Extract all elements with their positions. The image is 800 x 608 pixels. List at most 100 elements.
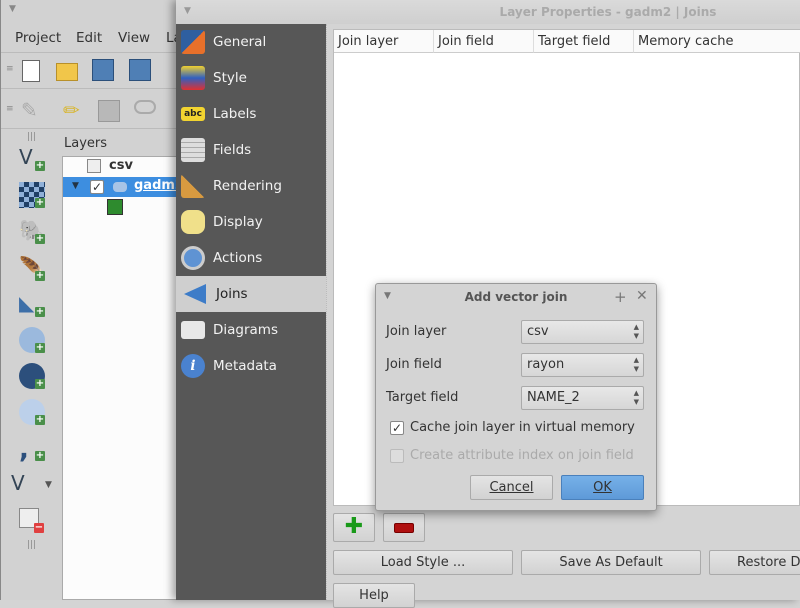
- toolbar-grip: |||: [27, 132, 37, 142]
- sidebar-item-general[interactable]: General: [176, 24, 326, 60]
- sidebar-item-label: Labels: [213, 106, 257, 122]
- load-style-button[interactable]: Load Style ...: [333, 550, 513, 575]
- polygon-layer-icon: [113, 182, 127, 192]
- menu-project[interactable]: Project: [15, 30, 61, 46]
- qgis-main-window: ▼ Project Edit View La ≡ ≡ ✎ ✏ ||| V + + …: [0, 0, 184, 600]
- close-icon[interactable]: ✕: [636, 288, 648, 304]
- dialog-title: Layer Properties - gadm2 | Joins: [176, 0, 800, 24]
- add-wfs-layer-icon[interactable]: +: [19, 399, 45, 425]
- sidebar-item-rendering[interactable]: Rendering: [176, 168, 326, 204]
- join-arrow-icon: [184, 284, 206, 304]
- sidebar-item-labels[interactable]: abc Labels: [176, 96, 326, 132]
- diagram-icon: [181, 321, 205, 339]
- help-button[interactable]: Help: [333, 583, 415, 608]
- add-vector-join-dialog: ▼ Add vector join + ✕ Join layer csv ▲ ▼ J…: [375, 283, 657, 511]
- index-checkbox[interactable]: [390, 449, 404, 463]
- menu-view[interactable]: View: [118, 30, 150, 46]
- layer-gadm2-row[interactable]: ▼ ✓ gadm2: [63, 177, 184, 197]
- toolbar-grip[interactable]: ≡: [6, 64, 14, 74]
- menu-edit[interactable]: Edit: [76, 30, 102, 46]
- gear-play-icon: [181, 246, 205, 270]
- layer-visibility-checkbox[interactable]: ✓: [90, 180, 104, 194]
- selected-value: NAME_2: [527, 390, 580, 405]
- properties-sidebar: General Style abc Labels Fields Rendering…: [176, 24, 326, 600]
- column-memory-cache[interactable]: Memory cache: [634, 30, 800, 53]
- new-project-icon[interactable]: [22, 60, 40, 82]
- save-edits-icon[interactable]: [98, 100, 120, 122]
- sidebar-item-label: Metadata: [213, 358, 277, 374]
- open-project-icon[interactable]: [56, 63, 78, 81]
- sidebar-item-style[interactable]: Style: [176, 60, 326, 96]
- symbol-swatch: [107, 199, 123, 215]
- save-as-default-button[interactable]: Save As Default: [521, 550, 701, 575]
- selected-value: csv: [527, 324, 549, 339]
- sidebar-item-label: Display: [213, 214, 263, 230]
- tools-icon: [181, 30, 205, 54]
- column-target-field[interactable]: Target field: [534, 30, 634, 53]
- paintbrush-icon: [181, 66, 205, 90]
- join-field-select[interactable]: rayon ▲ ▼: [521, 353, 644, 377]
- add-feature-icon[interactable]: [134, 100, 156, 114]
- window-menu-icon[interactable]: ▼: [9, 4, 16, 14]
- toolbar-grip[interactable]: ≡: [6, 104, 14, 114]
- sidebar-item-diagrams[interactable]: Diagrams: [176, 312, 326, 348]
- remove-layer-icon[interactable]: −: [19, 508, 44, 533]
- layer-csv[interactable]: csv: [109, 158, 133, 173]
- add-join-button[interactable]: ✚: [333, 513, 375, 542]
- add-delimited-text-icon[interactable]: , +: [19, 435, 45, 465]
- sidebar-item-actions[interactable]: Actions: [176, 240, 326, 276]
- add-spatialite-layer-icon[interactable]: 🪶 +: [19, 255, 45, 281]
- sidebar-item-label: Diagrams: [213, 322, 278, 338]
- save-project-icon[interactable]: [92, 59, 114, 81]
- pin-icon[interactable]: +: [614, 288, 627, 306]
- add-mssql-layer-icon[interactable]: ◣ +: [19, 291, 45, 317]
- spin-arrows-icon: ▲ ▼: [633, 389, 639, 406]
- restore-default-button[interactable]: Restore De: [709, 550, 800, 575]
- new-shapefile-icon[interactable]: V: [11, 471, 37, 497]
- toggle-editing-icon[interactable]: ✏: [63, 98, 85, 122]
- ok-button[interactable]: OK: [561, 475, 644, 500]
- add-wcs-layer-icon[interactable]: +: [19, 363, 45, 389]
- add-postgis-layer-icon[interactable]: 🐘 +: [19, 218, 45, 244]
- cache-checkbox[interactable]: ✓: [390, 421, 404, 435]
- toolbar-grip: |||: [27, 540, 37, 550]
- sidebar-item-label: General: [213, 34, 267, 50]
- layers-tree[interactable]: csv ▼ ✓ gadm2: [62, 156, 184, 600]
- column-join-field[interactable]: Join field: [434, 30, 534, 53]
- save-as-icon[interactable]: [129, 59, 151, 81]
- sidebar-item-label: Style: [213, 70, 247, 86]
- selected-value: rayon: [527, 357, 565, 372]
- sidebar-item-fields[interactable]: Fields: [176, 132, 326, 168]
- add-raster-layer-icon[interactable]: +: [19, 182, 45, 208]
- add-vector-layer-icon[interactable]: V +: [19, 145, 45, 171]
- spin-arrows-icon: ▲ ▼: [633, 323, 639, 340]
- sidebar-item-joins[interactable]: Joins: [176, 276, 326, 312]
- expand-arrow-icon[interactable]: ▼: [72, 181, 79, 191]
- cancel-button[interactable]: Cancel: [470, 475, 553, 500]
- table-icon: [181, 138, 205, 162]
- plus-icon: ✚: [344, 514, 364, 539]
- speech-bubble-icon: [181, 210, 205, 234]
- sidebar-item-display[interactable]: Display: [176, 204, 326, 240]
- join-field-label: Join field: [386, 357, 442, 372]
- chevron-down-icon[interactable]: ▼: [45, 480, 52, 490]
- table-icon: [87, 159, 101, 173]
- edits-icon[interactable]: ✎: [21, 98, 43, 122]
- join-layer-select[interactable]: csv ▲ ▼: [521, 320, 644, 344]
- target-field-label: Target field: [386, 390, 459, 405]
- remove-join-button[interactable]: [383, 513, 425, 542]
- index-label: Create attribute index on join field: [410, 448, 634, 463]
- spin-arrows-icon: ▲ ▼: [633, 356, 639, 373]
- splitter[interactable]: [326, 24, 333, 600]
- abc-label-icon: abc: [181, 107, 205, 121]
- add-wms-layer-icon[interactable]: +: [19, 327, 45, 353]
- column-join-layer[interactable]: Join layer: [334, 30, 434, 53]
- sidebar-item-metadata[interactable]: i Metadata: [176, 348, 326, 384]
- sidebar-item-label: Fields: [213, 142, 252, 158]
- minus-icon: [394, 523, 414, 533]
- window-menu-icon[interactable]: ▼: [184, 6, 191, 16]
- brush-icon: [181, 174, 205, 198]
- target-field-select[interactable]: NAME_2 ▲ ▼: [521, 386, 644, 410]
- info-icon: i: [181, 354, 205, 378]
- sidebar-item-label: Joins: [216, 286, 248, 302]
